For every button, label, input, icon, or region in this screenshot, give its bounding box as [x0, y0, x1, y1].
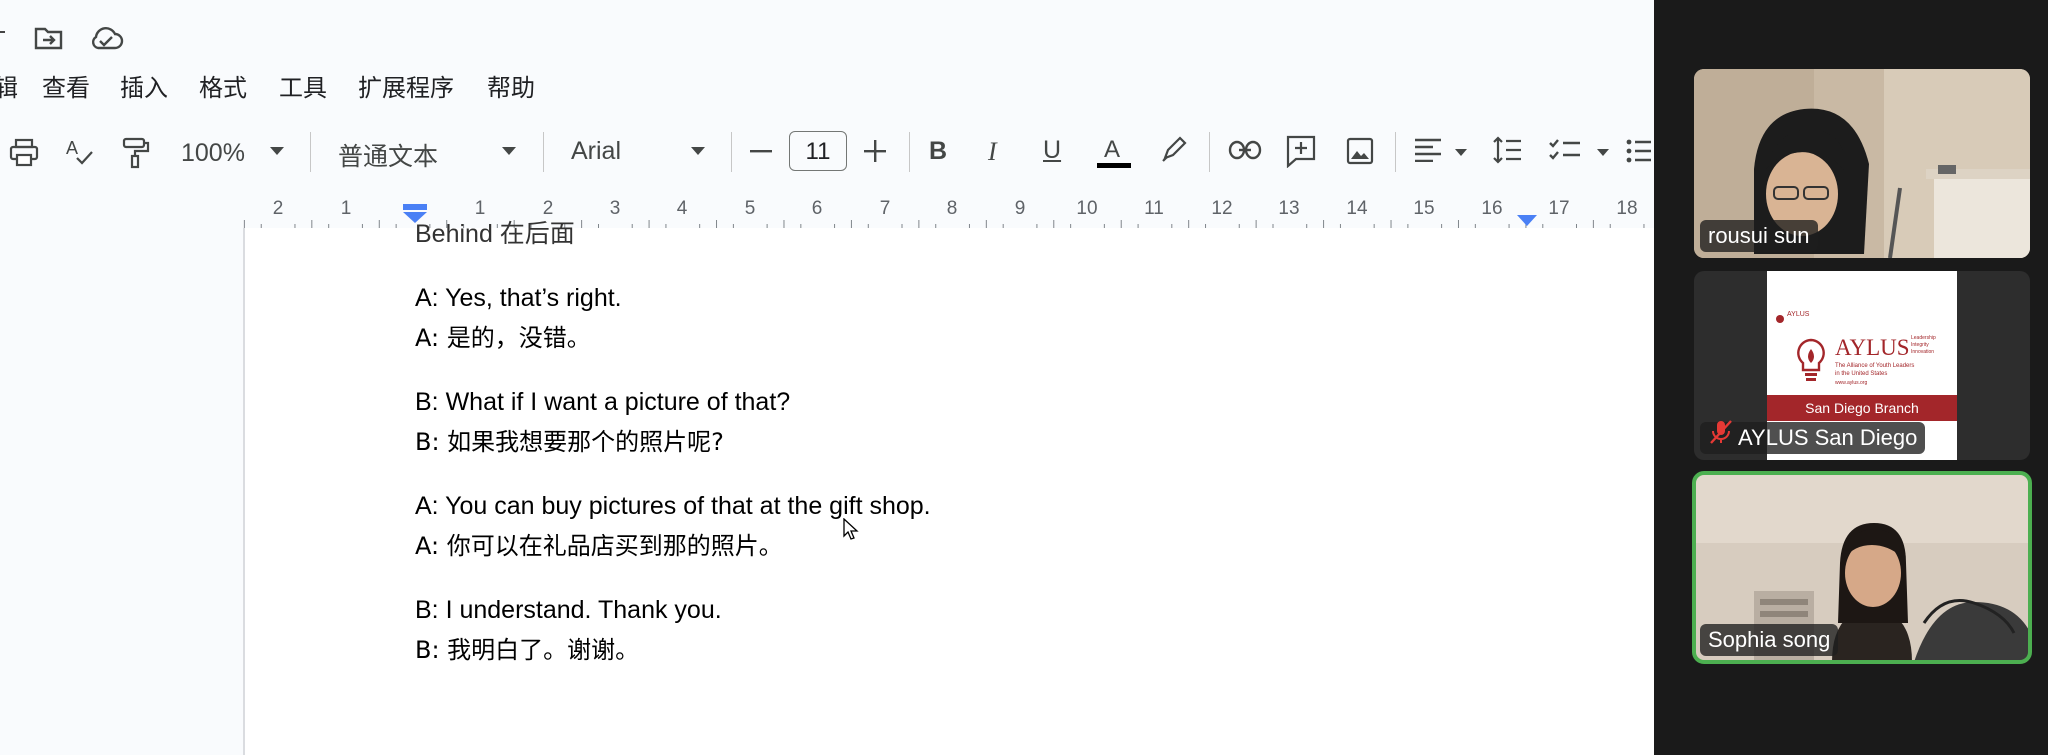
toolbar-divider — [909, 132, 910, 172]
ruler-number: 3 — [609, 198, 621, 219]
print-icon[interactable] — [8, 138, 40, 168]
ruler-number: 8 — [946, 198, 958, 219]
partial-line-behind: Behind 在后面 — [415, 220, 575, 248]
aylus-branch-banner: San Diego Branch — [1767, 395, 1957, 421]
toolbar-divider — [1395, 132, 1396, 172]
aylus-tagline-2: in the United States — [1835, 371, 1888, 377]
doc-line: A: 是的，没错。 — [415, 324, 591, 352]
ruler-number: 11 — [1144, 198, 1164, 219]
ruler-number: 17 — [1548, 198, 1570, 219]
ruler-number: 2 — [272, 198, 284, 219]
svg-text:A: A — [1104, 136, 1120, 163]
participant-tile[interactable]: rousui sun — [1694, 69, 2030, 258]
ruler-number: 9 — [1014, 198, 1026, 219]
move-to-folder-icon[interactable] — [33, 22, 65, 59]
menu-tools[interactable]: 工具 — [279, 68, 327, 103]
doc-line: A: You can buy pictures of that at the g… — [415, 492, 931, 520]
ruler-number: 18 — [1616, 198, 1638, 219]
cloud-saved-icon[interactable] — [88, 22, 124, 59]
participant-tile[interactable]: AYLUS AYLUS Leadership Integrity Innovat… — [1694, 271, 2030, 460]
star-icon-partial[interactable] — [0, 28, 6, 48]
spellcheck-icon[interactable]: A — [64, 136, 96, 168]
menu-help[interactable]: 帮助 — [487, 68, 535, 103]
ruler-number: 5 — [744, 198, 756, 219]
ruler-number: 13 — [1278, 198, 1300, 219]
lightbulb-icon — [1795, 337, 1827, 388]
zoom-dropdown-icon[interactable] — [269, 146, 285, 156]
toolbar-divider — [731, 132, 732, 172]
doc-line: B: 我明白了。谢谢。 — [415, 636, 640, 664]
doc-line: A: Yes, that’s right. — [415, 284, 622, 312]
checklist-dropdown-icon[interactable] — [1596, 148, 1610, 157]
checklist-icon[interactable] — [1549, 138, 1581, 164]
google-docs-window: 辑 查看 插入 格式 工具 扩展程序 帮助 A 100% 普通文本 Arial — [0, 0, 1654, 755]
document-outline-pane — [0, 228, 243, 755]
horizontal-ruler[interactable]: 2 1 1 2 3 4 5 6 7 8 9 10 11 12 13 14 15 … — [0, 196, 1654, 230]
ruler-number: 10 — [1076, 198, 1098, 219]
ruler-number: 15 — [1413, 198, 1435, 219]
paint-format-icon[interactable] — [121, 136, 151, 170]
menu-edit[interactable]: 辑 — [0, 68, 18, 103]
mouse-cursor-icon — [843, 517, 859, 547]
style-dropdown-icon[interactable] — [501, 146, 517, 156]
aylus-tagline-1: The Alliance of Youth Leaders — [1835, 363, 1915, 369]
video-call-panel: rousui sun AYLUS AYLUS Leadership Integr… — [1654, 0, 2048, 755]
toolbar: A 100% 普通文本 Arial 11 B I U A — [0, 124, 1654, 182]
svg-text:A: A — [66, 138, 78, 158]
ruler-ticks — [243, 220, 1654, 230]
font-select[interactable]: Arial — [571, 137, 621, 166]
font-dropdown-icon[interactable] — [690, 146, 706, 156]
text-color-icon[interactable]: A — [1094, 132, 1134, 172]
muted-mic-icon — [1708, 419, 1734, 450]
line-spacing-icon[interactable] — [1492, 136, 1522, 164]
underline-icon[interactable]: U — [1043, 136, 1061, 165]
zoom-select[interactable]: 100% — [181, 139, 245, 168]
toolbar-divider — [543, 132, 544, 172]
bulleted-list-icon[interactable] — [1626, 138, 1652, 164]
aylus-small-text: AYLUS — [1787, 311, 1810, 318]
ruler-number: 7 — [879, 198, 891, 219]
doc-line: A: 你可以在礼品店买到那的照片。 — [415, 532, 783, 560]
ruler-number: 14 — [1346, 198, 1368, 219]
aylus-url: www.aylus.org — [1835, 380, 1868, 386]
add-comment-icon[interactable] — [1285, 134, 1317, 168]
style-select[interactable]: 普通文本 — [338, 137, 438, 173]
participant-name: rousui sun — [1700, 220, 1818, 252]
font-size-input[interactable]: 11 — [789, 131, 847, 171]
bold-icon[interactable]: B — [929, 137, 947, 166]
increase-font-size-icon[interactable] — [864, 140, 886, 162]
doc-line: B: 如果我想要那个的照片呢? — [415, 428, 724, 456]
aylus-side-text: Leadership Integrity Innovation — [1911, 335, 1936, 355]
italic-icon[interactable]: I — [988, 137, 997, 167]
toolbar-divider — [1209, 132, 1210, 172]
ruler-number: 6 — [811, 198, 823, 219]
doc-line: B: What if I want a picture of that? — [415, 388, 791, 416]
highlight-color-icon[interactable] — [1159, 134, 1189, 164]
ruler-number: 4 — [676, 198, 688, 219]
doc-line: B: I understand. Thank you. — [415, 596, 722, 624]
ruler-number: 12 — [1211, 198, 1233, 219]
ruler-number: 16 — [1481, 198, 1503, 219]
insert-link-icon[interactable] — [1228, 139, 1262, 161]
participant-name: Sophia song — [1700, 624, 1839, 656]
menu-extensions[interactable]: 扩展程序 — [358, 68, 454, 103]
insert-image-icon[interactable] — [1345, 136, 1375, 166]
menu-format[interactable]: 格式 — [199, 68, 247, 103]
toolbar-divider — [310, 132, 311, 172]
ruler-number: 1 — [340, 198, 352, 219]
participant-tile-active-speaker[interactable]: Sophia song — [1692, 471, 2032, 664]
align-left-icon[interactable] — [1414, 138, 1442, 162]
decrease-font-size-icon[interactable] — [750, 150, 772, 154]
menu-insert[interactable]: 插入 — [120, 68, 168, 103]
aylus-wordmark: AYLUS — [1835, 335, 1910, 360]
align-dropdown-icon[interactable] — [1454, 148, 1468, 157]
menu-view[interactable]: 查看 — [42, 68, 90, 103]
